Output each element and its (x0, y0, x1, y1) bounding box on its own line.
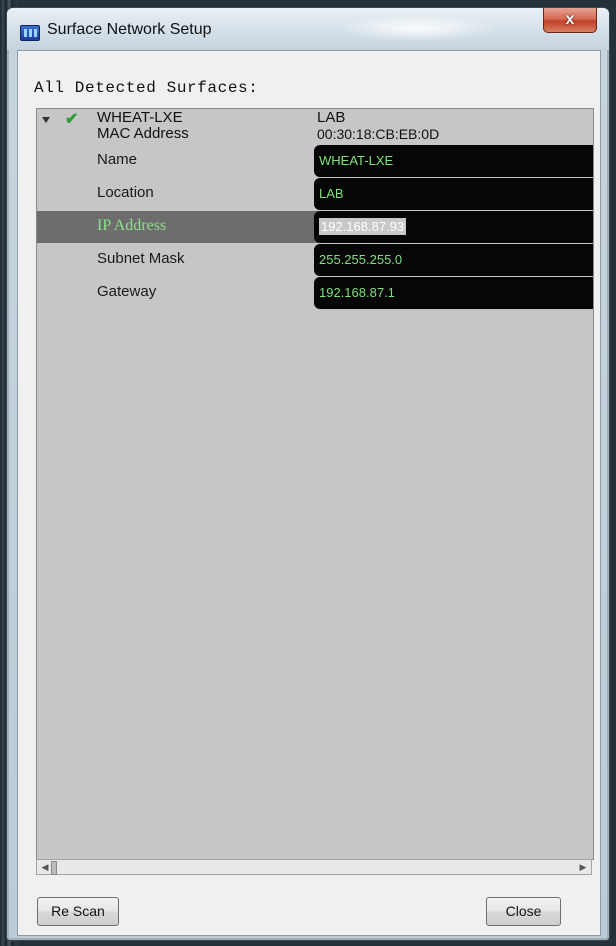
subnet-mask-label: Subnet Mask (97, 250, 185, 267)
ip-address-label: IP Address (97, 217, 167, 234)
title-bar[interactable]: Surface Network Setup x (7, 8, 609, 50)
surface-tree-node[interactable]: ✔ WHEAT-LXE LAB MAC Address 00:30:18:CB:… (37, 109, 593, 145)
field-row-ip-address[interactable]: IP Address 192.168.87.93 (37, 211, 593, 243)
surfaces-tree-panel[interactable]: ✔ WHEAT-LXE LAB MAC Address 00:30:18:CB:… (36, 108, 594, 860)
close-button[interactable]: Close (486, 897, 561, 926)
subnet-mask-field[interactable]: 255.255.255.0 (314, 244, 593, 276)
mac-address-value: 00:30:18:CB:EB:0D (317, 126, 440, 142)
scroll-right-arrow-icon[interactable]: ▶ (576, 860, 590, 874)
scroll-left-arrow-icon[interactable]: ◀ (38, 860, 52, 874)
ip-address-selected-text: 192.168.87.93 (319, 218, 407, 235)
name-field[interactable]: WHEAT-LXE (314, 145, 593, 177)
field-row-location[interactable]: Location LAB (37, 178, 593, 210)
close-window-button[interactable]: x (543, 8, 597, 33)
expand-triangle-icon[interactable] (42, 117, 50, 123)
connected-check-icon: ✔ (65, 111, 79, 128)
gateway-label: Gateway (97, 283, 157, 300)
surface-network-setup-window: Surface Network Setup x All Detected Sur… (7, 8, 609, 940)
location-field[interactable]: LAB (314, 178, 593, 210)
detected-surfaces-heading: All Detected Surfaces: (34, 79, 259, 97)
dialog-client-area: All Detected Surfaces: ✔ WHEAT-LXE LAB M… (17, 50, 601, 936)
rescan-button[interactable]: Re Scan (37, 897, 119, 926)
gateway-field[interactable]: 192.168.87.1 (314, 277, 593, 309)
title-glow (337, 14, 497, 42)
field-row-gateway[interactable]: Gateway 192.168.87.1 (37, 277, 593, 309)
name-label: Name (97, 151, 138, 168)
surface-location: LAB (317, 109, 346, 126)
surface-name: WHEAT-LXE (97, 109, 183, 126)
location-label: Location (97, 184, 154, 201)
mac-address-label: MAC Address (97, 125, 189, 142)
horizontal-scrollbar[interactable]: ◀ ▶ (36, 859, 592, 875)
field-row-name[interactable]: Name WHEAT-LXE (37, 145, 593, 177)
ip-address-field[interactable]: 192.168.87.93 (314, 211, 593, 243)
field-row-subnet-mask[interactable]: Subnet Mask 255.255.255.0 (37, 244, 593, 276)
close-icon: x (565, 11, 575, 28)
scrollbar-thumb[interactable] (51, 861, 57, 875)
window-title: Surface Network Setup (47, 21, 212, 38)
network-app-icon (20, 25, 40, 41)
